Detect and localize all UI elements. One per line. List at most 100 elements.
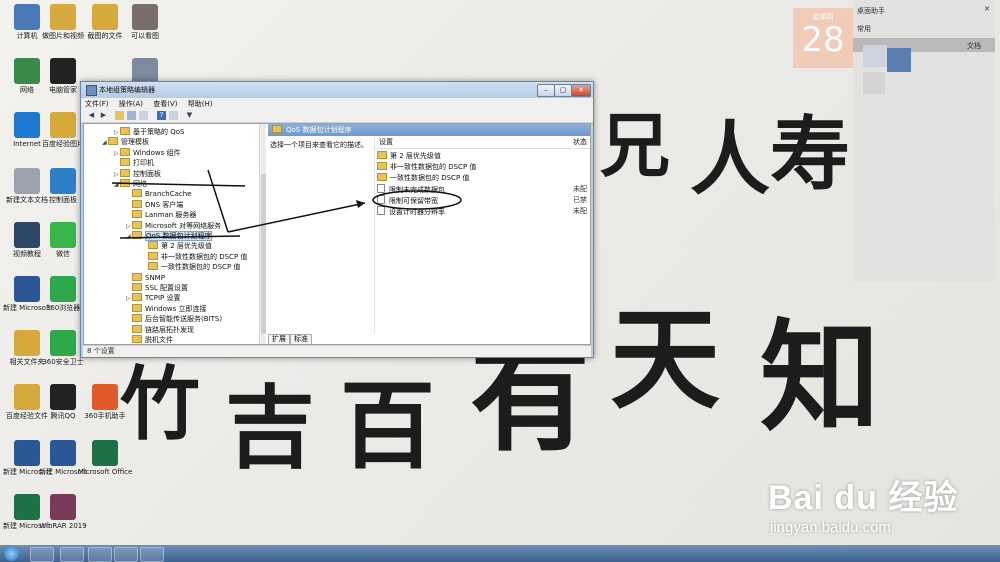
tree-node[interactable]: DNS 客户端 bbox=[126, 199, 183, 210]
taskbar-button[interactable] bbox=[114, 547, 138, 562]
calendar-gadget[interactable]: 星期四 28 bbox=[793, 8, 853, 68]
filter-icon[interactable]: ▼ bbox=[185, 111, 194, 120]
back-arrow-icon[interactable]: ◀ bbox=[87, 111, 96, 120]
close-button[interactable]: ✕ bbox=[571, 84, 591, 97]
setting-row[interactable]: 限制未完成数据包 未配 bbox=[377, 184, 590, 194]
setting-label: 非一致性数据包的 DSCP 值 bbox=[390, 163, 477, 171]
toolbar: ◀ ▶ ? ▼ bbox=[81, 109, 593, 123]
folder-icon bbox=[132, 293, 142, 302]
desktop-icon-label: WinRAR 2019 bbox=[39, 522, 87, 530]
folder-icon bbox=[132, 199, 142, 208]
taskbar-button[interactable] bbox=[88, 547, 112, 562]
tree-node[interactable]: 脱机文件 bbox=[126, 335, 173, 344]
menu-bar: 文件(F) 操作(A) 查看(V) 帮助(H) bbox=[81, 98, 593, 109]
properties-icon[interactable] bbox=[169, 111, 178, 120]
export-icon[interactable] bbox=[139, 111, 148, 120]
folder-icon bbox=[132, 210, 142, 219]
desktop-icon-image bbox=[50, 276, 76, 302]
folder-icon bbox=[377, 162, 387, 170]
wallpaper-calligraphy: 知 bbox=[760, 307, 880, 448]
minimize-button[interactable]: – bbox=[537, 84, 555, 97]
tree-node[interactable]: 第 2 层优先级值 bbox=[142, 241, 212, 251]
tree-scrollbar[interactable] bbox=[259, 124, 266, 344]
tree-node-label: 非一致性数据包的 DSCP 值 bbox=[161, 252, 248, 261]
tab-standard[interactable]: 标准 bbox=[290, 334, 312, 344]
side-panel-tab-common[interactable]: 常用 bbox=[857, 24, 871, 34]
tree-node[interactable]: ◢ 管理模板 bbox=[102, 137, 149, 147]
tree-node[interactable]: 非一致性数据包的 DSCP 值 bbox=[142, 251, 248, 262]
tree-node[interactable]: Windows 立即连接 bbox=[126, 303, 206, 314]
setting-state: 已禁 bbox=[573, 196, 587, 204]
policy-tree[interactable]: ▷ 基于策略的 QoS ◢ 管理模板 ▷ Windows 组件 打印机 ▷ 控制面板 ◢ 网络 Bra… bbox=[84, 124, 266, 344]
side-panel-close-icon[interactable]: ✕ bbox=[984, 5, 990, 13]
setting-label: 一致性数据包的 DSCP 值 bbox=[390, 174, 470, 182]
tree-node-label: QoS 数据包计划程序 bbox=[145, 231, 213, 241]
tree-node[interactable]: SNMP bbox=[126, 272, 165, 283]
detail-header: QoS 数据包计划程序 bbox=[268, 124, 590, 136]
side-panel-tab-docs[interactable]: 文档 bbox=[967, 41, 981, 51]
tree-node[interactable]: ◢ QoS 数据包计划程序 bbox=[126, 231, 213, 241]
desktop-icon-image bbox=[50, 4, 76, 30]
desktop-icon-image bbox=[50, 494, 76, 520]
setting-state: 未配 bbox=[573, 207, 587, 215]
maximize-button[interactable]: ▢ bbox=[554, 84, 572, 97]
tree-node-label: 后台智能传送服务(BITS) bbox=[145, 315, 223, 324]
setting-row[interactable]: 限制可保留带宽 已禁 bbox=[377, 195, 590, 205]
column-setting[interactable]: 设置 bbox=[379, 137, 393, 148]
show-tree-icon[interactable] bbox=[127, 111, 136, 120]
tree-node[interactable]: ◢ 网络 bbox=[114, 179, 147, 189]
forward-arrow-icon[interactable]: ▶ bbox=[99, 111, 108, 120]
desktop-icon-image bbox=[92, 384, 118, 410]
tree-node[interactable]: 一致性数据包的 DSCP 值 bbox=[142, 262, 240, 272]
folder-icon bbox=[132, 189, 142, 198]
tree-node[interactable]: ▷ 基于策略的 QoS bbox=[114, 127, 184, 137]
desktop-icon[interactable]: Microsoft Office bbox=[74, 440, 136, 477]
desktop-icon[interactable]: 可以看图 bbox=[114, 4, 176, 41]
desktop-icon-label: 可以看图 bbox=[131, 32, 159, 40]
tree-node[interactable]: 后台智能传送服务(BITS) bbox=[126, 314, 222, 324]
taskbar-button[interactable] bbox=[60, 547, 84, 562]
group-policy-editor-window[interactable]: 本地组策略编辑器 – ▢ ✕ 文件(F) 操作(A) 查看(V) 帮助(H) ◀… bbox=[80, 81, 594, 358]
tree-node[interactable]: SSL 配置设置 bbox=[126, 283, 188, 293]
window-titlebar[interactable]: 本地组策略编辑器 – ▢ ✕ bbox=[81, 82, 593, 98]
tree-node[interactable]: ▷ TCPIP 设置 bbox=[126, 293, 181, 303]
setting-row[interactable]: 设置计时器分辨率 未配 bbox=[377, 206, 590, 216]
watermark-url: jingyan.baidu.com bbox=[770, 519, 891, 536]
column-state[interactable]: 状态 bbox=[573, 137, 587, 148]
tree-node-label: 链路层拓扑发现 bbox=[145, 325, 194, 334]
folder-icon bbox=[132, 324, 142, 333]
tree-node-label: 控制面板 bbox=[133, 169, 161, 178]
tree-node[interactable]: Lanman 服务器 bbox=[126, 210, 196, 220]
setting-row[interactable]: 第 2 层优先级值 bbox=[377, 151, 590, 161]
setting-row[interactable]: 一致性数据包的 DSCP 值 bbox=[377, 173, 590, 183]
folder-icon bbox=[132, 314, 142, 323]
tree-node[interactable]: 打印机 bbox=[114, 158, 154, 168]
tree-node[interactable]: ▷ 控制面板 bbox=[114, 168, 161, 179]
side-panel-tile[interactable] bbox=[863, 72, 885, 94]
help-icon[interactable]: ? bbox=[157, 111, 166, 120]
tree-node[interactable]: ▷ Windows 组件 bbox=[114, 147, 180, 158]
folder-icon bbox=[377, 173, 387, 181]
tree-node[interactable]: ▷ Microsoft 对等网络服务 bbox=[126, 220, 222, 231]
tree-node[interactable]: 链路层拓扑发现 bbox=[126, 324, 194, 335]
desktop-icon[interactable]: WinRAR 2019 bbox=[32, 494, 94, 531]
side-panel-tile[interactable] bbox=[863, 45, 887, 67]
desktop-icon-label: 360安全卫士 bbox=[42, 358, 84, 366]
taskbar-button[interactable] bbox=[140, 547, 164, 562]
policy-setting-icon bbox=[377, 195, 385, 204]
folder-icon bbox=[272, 125, 282, 133]
tree-node-label: SSL 配置设置 bbox=[145, 284, 189, 292]
start-button[interactable] bbox=[4, 546, 19, 561]
taskbar-button[interactable] bbox=[30, 547, 54, 562]
tab-extended[interactable]: 扩展 bbox=[268, 334, 290, 344]
side-panel-title: 桌面助手 bbox=[857, 7, 885, 15]
tree-node-label: Microsoft 对等网络服务 bbox=[145, 221, 222, 230]
desktop-icon[interactable]: 360手机助手 bbox=[74, 384, 136, 421]
folder-up-icon[interactable] bbox=[115, 111, 124, 120]
folder-icon bbox=[132, 231, 142, 239]
desktop-side-panel[interactable]: 桌面助手 ✕ 常用 文档 bbox=[853, 0, 995, 282]
tree-node[interactable]: BranchCache bbox=[126, 189, 191, 199]
scrollbar-thumb[interactable] bbox=[261, 174, 266, 334]
side-panel-tile[interactable] bbox=[887, 48, 911, 72]
setting-row[interactable]: 非一致性数据包的 DSCP 值 bbox=[377, 162, 590, 172]
